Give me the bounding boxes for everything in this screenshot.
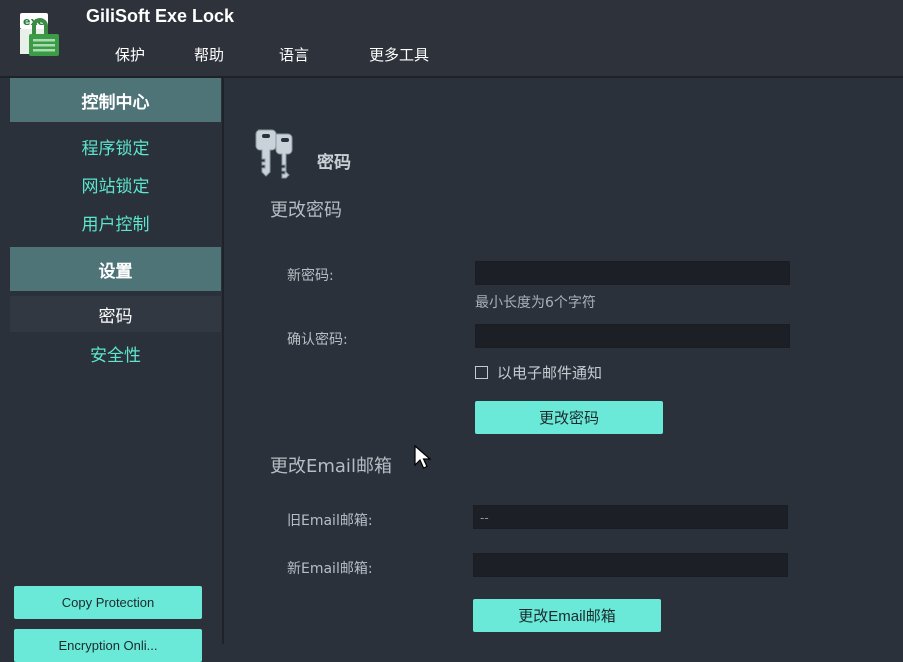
change-email-button[interactable]: 更改Email邮箱 — [473, 599, 661, 632]
menu-language[interactable]: 语言 — [279, 44, 309, 65]
new-email-input[interactable] — [473, 553, 788, 577]
menu-protect[interactable]: 保护 — [115, 44, 145, 65]
change-password-button[interactable]: 更改密码 — [475, 401, 663, 434]
app-title: GiliSoft Exe Lock — [86, 6, 235, 26]
menu-more-tools[interactable]: 更多工具 — [369, 44, 429, 65]
sidebar-item-security[interactable]: 安全性 — [10, 335, 221, 371]
title-bar: exe GiliSoft Exe Lock 保护 帮助 语言 更多工具 — [0, 0, 903, 78]
main-content: 密码 更改密码 新密码: 最小长度为6个字符 确认密码: 以电子邮件通知 更改密… — [224, 78, 903, 644]
app-logo-icon: exe — [20, 13, 59, 56]
sidebar-header-control-center: 控制中心 — [10, 78, 221, 122]
email-notify-label: 以电子邮件通知 — [497, 364, 603, 382]
mouse-cursor-icon — [414, 445, 432, 469]
confirm-password-input[interactable] — [475, 324, 790, 348]
page-title: 密码 — [317, 153, 351, 173]
confirm-password-label: 确认密码: — [287, 332, 348, 348]
change-email-section-title: 更改Email邮箱 — [270, 456, 392, 477]
keys-icon — [255, 129, 293, 179]
sidebar-item-user-control[interactable]: 用户控制 — [10, 204, 221, 240]
encryption-online-button[interactable]: Encryption Onli... — [14, 629, 202, 662]
password-length-hint: 最小长度为6个字符 — [475, 295, 596, 311]
sidebar-item-website-lock[interactable]: 网站锁定 — [10, 166, 221, 202]
old-email-input[interactable] — [473, 505, 788, 529]
copy-protection-button[interactable]: Copy Protection — [14, 586, 202, 619]
email-notify-checkbox-row[interactable]: 以电子邮件通知 — [475, 362, 602, 383]
sidebar: 控制中心 程序锁定 网站锁定 用户控制 设置 密码 安全性 Copy Prote… — [0, 78, 224, 662]
new-password-input[interactable] — [475, 261, 790, 285]
menu-help[interactable]: 帮助 — [194, 44, 224, 65]
new-password-label: 新密码: — [287, 268, 334, 284]
change-password-section-title: 更改密码 — [270, 200, 342, 221]
old-email-label: 旧Email邮箱: — [287, 513, 373, 529]
sidebar-header-settings: 设置 — [10, 247, 221, 291]
new-email-label: 新Email邮箱: — [287, 561, 373, 577]
sidebar-item-program-lock[interactable]: 程序锁定 — [10, 128, 221, 164]
sidebar-item-password[interactable]: 密码 — [10, 296, 221, 332]
email-notify-checkbox[interactable] — [475, 366, 488, 379]
